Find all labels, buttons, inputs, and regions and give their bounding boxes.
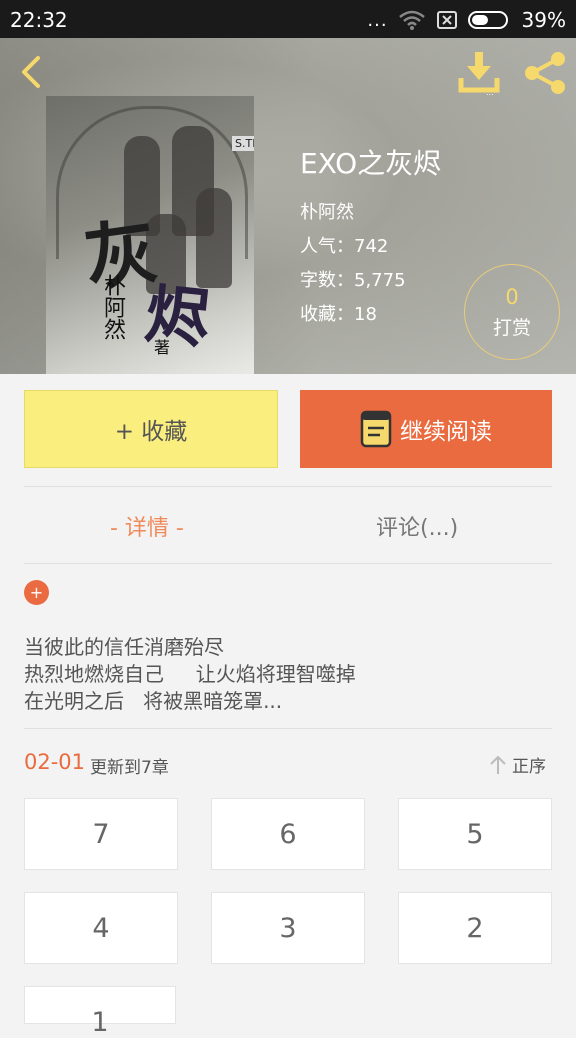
- chapter-number: 7: [92, 818, 110, 850]
- reward-label: 打赏: [492, 317, 531, 339]
- chapter-number: 6: [279, 818, 297, 850]
- chapter-button[interactable]: 6: [211, 798, 365, 870]
- back-arrow-icon[interactable]: [14, 52, 50, 92]
- chapter-button[interactable]: 2: [398, 892, 552, 964]
- update-status: 更新到7章: [90, 758, 169, 778]
- download-icon[interactable]: ...: [456, 48, 502, 96]
- chapter-button[interactable]: 5: [398, 798, 552, 870]
- status-bar: 22:32 ... 39%: [0, 0, 576, 38]
- continue-reading-label: 继续阅读: [400, 419, 492, 445]
- tab-comments[interactable]: 评论(...): [376, 510, 458, 542]
- chapter-button[interactable]: 4: [24, 892, 178, 964]
- add-favorite-button[interactable]: + 收藏: [24, 390, 278, 468]
- book-header: ... S.TR 灰 烬 朴阿然 著 EXO之灰烬 朴阿然 人气：742 字数：…: [0, 38, 576, 374]
- cover-author-mark: 著: [154, 338, 171, 357]
- divider: [24, 486, 552, 487]
- cover-title-char-2: 烬: [141, 276, 214, 359]
- sort-order-label: 正序: [512, 757, 546, 777]
- expand-plus-icon[interactable]: +: [24, 580, 49, 605]
- book-info: EXO之灰烬 朴阿然 人气：742 字数：5,775 收藏：18: [300, 142, 441, 332]
- book-title: EXO之灰烬: [300, 147, 442, 180]
- chapter-button[interactable]: 7: [24, 798, 178, 870]
- wifi-icon: [398, 10, 425, 30]
- chapter-number: 3: [279, 912, 297, 944]
- status-time: 22:32: [10, 8, 68, 32]
- update-date: 02-01: [24, 750, 86, 774]
- sim-off-icon: [436, 11, 457, 29]
- reward-button[interactable]: 0 打赏: [464, 264, 560, 360]
- chapter-button[interactable]: 1: [24, 986, 176, 1038]
- cover-author: 朴阿然: [100, 274, 125, 340]
- chapter-number: 2: [466, 912, 484, 944]
- chapter-number: 1: [91, 1007, 109, 1038]
- reward-count: 0: [505, 285, 519, 309]
- more-dots-icon: ...: [367, 9, 388, 31]
- divider: [24, 728, 552, 729]
- cover-tag: S.TR: [232, 136, 254, 151]
- book-cover[interactable]: S.TR 灰 烬 朴阿然 著: [46, 96, 254, 374]
- divider: [24, 563, 552, 564]
- book-popularity: 人气：742: [300, 236, 389, 257]
- svg-text:...: ...: [486, 88, 494, 96]
- battery-icon: [467, 11, 508, 29]
- sort-order-button[interactable]: 正序: [488, 752, 546, 777]
- book-author[interactable]: 朴阿然: [300, 196, 441, 230]
- book-favorites: 收藏：18: [300, 304, 377, 325]
- chapter-button[interactable]: 3: [211, 892, 365, 964]
- chapter-number: 4: [92, 912, 110, 944]
- continue-reading-button[interactable]: 继续阅读: [300, 390, 552, 468]
- book-word-count: 字数：5,775: [300, 270, 406, 291]
- battery-percent: 39%: [521, 8, 566, 32]
- share-icon[interactable]: [522, 50, 568, 96]
- arrow-up-icon: [490, 755, 506, 774]
- add-favorite-label: + 收藏: [114, 419, 188, 445]
- book-icon: [360, 410, 392, 448]
- chapter-number: 5: [466, 818, 484, 850]
- tab-detail[interactable]: - 详情 -: [110, 510, 184, 542]
- book-description: 当彼此的信任消磨殆尽 热烈地燃烧自己 让火焰将理智噬掉 在光明之后 将被黑暗笼罩…: [24, 635, 356, 713]
